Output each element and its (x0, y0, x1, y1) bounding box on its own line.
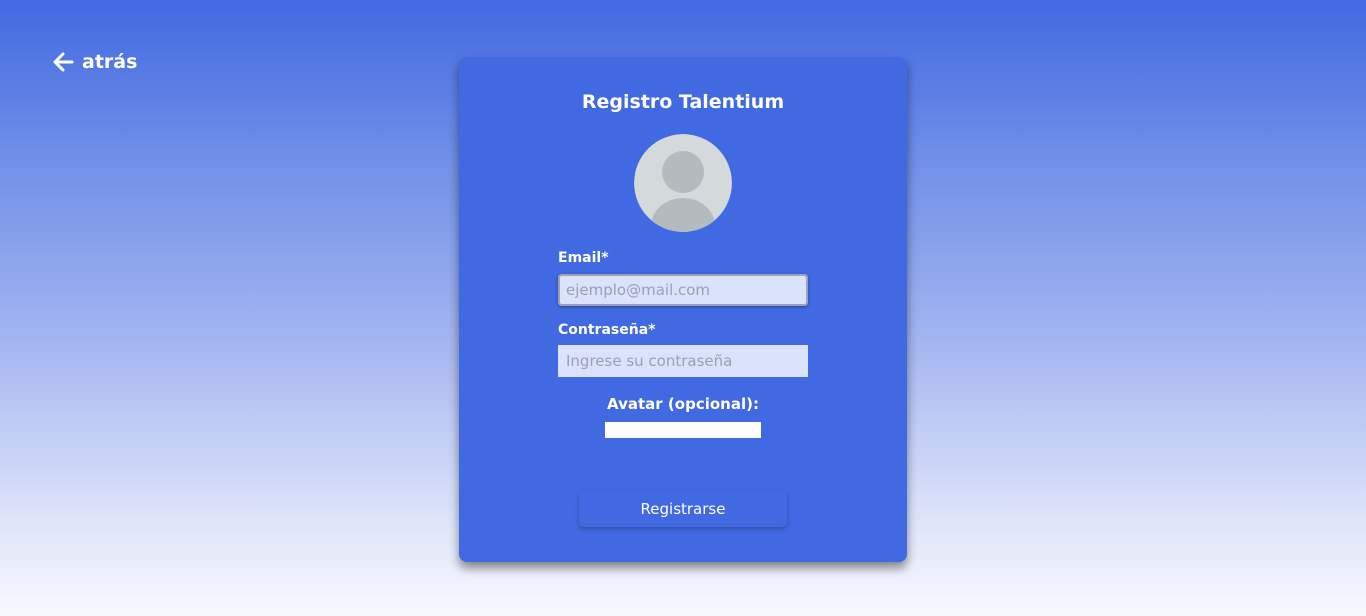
avatar-preview (634, 134, 732, 232)
back-link[interactable]: atrás (52, 51, 137, 73)
register-button[interactable]: Registrarse (579, 491, 787, 527)
arrow-left-icon (53, 52, 74, 72)
password-label: Contraseña* (558, 322, 656, 338)
password-input[interactable] (558, 345, 808, 377)
email-label: Email* (558, 250, 609, 266)
back-link-label: atrás (82, 51, 138, 73)
avatar-file-input[interactable] (605, 422, 761, 438)
user-placeholder-icon (634, 134, 732, 232)
avatar-upload-label: Avatar (opcional): (607, 395, 759, 413)
email-input[interactable] (558, 274, 808, 306)
register-card: Registro Talentium Email* Contraseña* Av… (459, 57, 907, 562)
form-title: Registro Talentium (581, 91, 785, 113)
